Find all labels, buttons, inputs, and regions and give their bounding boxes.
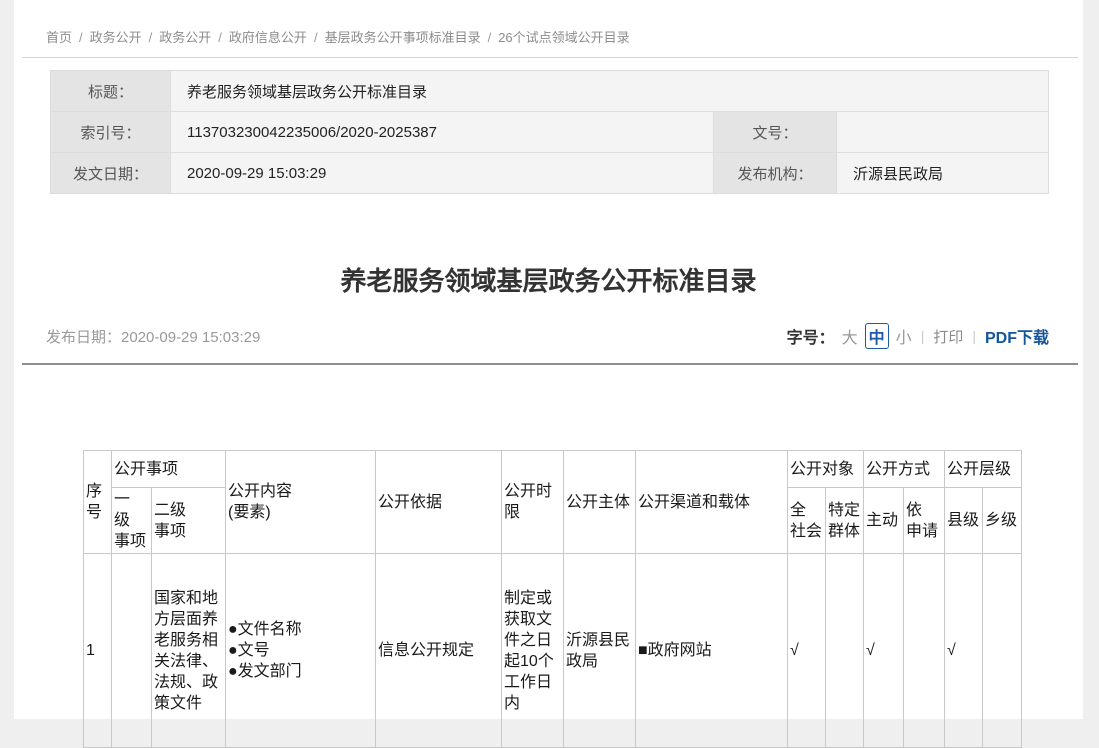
breadcrumb-link-1[interactable]: 政务公开 <box>90 30 142 45</box>
publish-date: 发布日期：2020-09-29 15:03:29 <box>46 326 260 347</box>
th-method-group: 公开方式 <box>864 451 945 488</box>
th-content: 公开内容 (要素) <box>226 451 376 554</box>
page-title: 养老服务领域基层政务公开标准目录 <box>14 261 1083 298</box>
print-button[interactable]: 打印 <box>933 326 963 347</box>
meta-agency-value: 沂源县民政局 <box>837 153 1049 194</box>
breadcrumb: 首页 / 政务公开 / 政务公开 / 政府信息公开 / 基层政务公开事项标准目录 / 26个试点领域… <box>46 27 630 46</box>
th-target-specific: 特定 群体 <box>826 488 864 554</box>
meta-docnum-value <box>837 112 1049 153</box>
cell-channel: ■政府网站 <box>636 554 788 748</box>
breadcrumb-link-4[interactable]: 基层政务公开事项标准目录 <box>325 30 481 45</box>
breadcrumb-separator: / <box>314 30 318 45</box>
breadcrumb-divider <box>22 57 1078 58</box>
document-meta-table: 标题： 养老服务领域基层政务公开标准目录 索引号： 11370323004223… <box>50 70 1049 194</box>
meta-docnum-label: 文号： <box>714 112 837 153</box>
article-toolbar-row: 发布日期：2020-09-29 15:03:29 字号： 大 中 小 | 打印 … <box>46 324 1049 348</box>
cell-level-town <box>983 554 1022 748</box>
th-target-group: 公开对象 <box>788 451 864 488</box>
cell-target-specific <box>826 554 864 748</box>
breadcrumb-link-3[interactable]: 政府信息公开 <box>229 30 307 45</box>
cell-level-county: √ <box>945 554 983 748</box>
th-channel: 公开渠道和载体 <box>636 451 788 554</box>
table-row: 1 国家和地方层面养老服务相关法律、法规、政策文件 ●文件名称 ●文号 ●发文部… <box>84 554 1022 748</box>
breadcrumb-link-home[interactable]: 首页 <box>46 30 72 45</box>
th-item-group: 公开事项 <box>112 451 226 488</box>
th-level2: 二级 事项 <box>152 488 226 554</box>
cell-basis: 信息公开规定 <box>376 554 502 748</box>
cell-seq: 1 <box>84 554 112 748</box>
cell-subject: 沂源县民政局 <box>564 554 636 748</box>
publish-date-label: 发布日期： <box>46 329 121 346</box>
meta-title-value: 养老服务领域基层政务公开标准目录 <box>171 71 1049 112</box>
table-header-row-1: 序号 公开事项 公开内容 (要素) 公开依据 公开时 限 公开主体 公开渠道和载… <box>84 451 1022 488</box>
cell-time-limit: 制定或获取文件之日起10个工作日内 <box>502 554 564 748</box>
breadcrumb-separator: / <box>488 30 492 45</box>
font-size-medium-button[interactable]: 中 <box>865 323 889 349</box>
th-basis: 公开依据 <box>376 451 502 554</box>
cell-method-active: √ <box>864 554 904 748</box>
font-size-large-button[interactable]: 大 <box>842 324 858 348</box>
th-time-limit: 公开时 限 <box>502 451 564 554</box>
th-level1: 一 级 事项 <box>112 488 152 554</box>
meta-row-title: 标题： 养老服务领域基层政务公开标准目录 <box>51 71 1049 112</box>
cell-level1 <box>112 554 152 748</box>
toolbar-separator: | <box>921 328 925 344</box>
meta-title-label: 标题： <box>51 71 171 112</box>
article-tools: 字号： 大 中 小 | 打印 | PDF下载 <box>787 323 1049 349</box>
cell-target-all: √ <box>788 554 826 748</box>
pdf-download-button[interactable]: PDF下载 <box>985 324 1049 348</box>
font-size-label: 字号： <box>787 324 835 348</box>
content-card: 首页 / 政务公开 / 政务公开 / 政府信息公开 / 基层政务公开事项标准目录 / 26个试点领域… <box>14 0 1083 719</box>
meta-agency-label: 发布机构： <box>714 153 837 194</box>
publish-date-value: 2020-09-29 15:03:29 <box>121 329 260 346</box>
meta-row-date: 发文日期： 2020-09-29 15:03:29 发布机构： 沂源县民政局 <box>51 153 1049 194</box>
th-seq: 序号 <box>84 451 112 554</box>
breadcrumb-separator: / <box>149 30 153 45</box>
breadcrumb-link-5[interactable]: 26个试点领域公开目录 <box>498 30 629 45</box>
meta-date-label: 发文日期： <box>51 153 171 194</box>
catalogue-table: 序号 公开事项 公开内容 (要素) 公开依据 公开时 限 公开主体 公开渠道和载… <box>83 450 1022 748</box>
th-level-group: 公开层级 <box>945 451 1022 488</box>
th-level-county: 县级 <box>945 488 983 554</box>
title-divider <box>22 363 1078 365</box>
th-target-all: 全 社会 <box>788 488 826 554</box>
meta-row-index: 索引号： 113703230042235006/2020-2025387 文号： <box>51 112 1049 153</box>
cell-method-request <box>904 554 945 748</box>
meta-index-value: 113703230042235006/2020-2025387 <box>171 112 714 153</box>
breadcrumb-link-2[interactable]: 政务公开 <box>159 30 211 45</box>
meta-date-value: 2020-09-29 15:03:29 <box>171 153 714 194</box>
cell-level2: 国家和地方层面养老服务相关法律、法规、政策文件 <box>152 554 226 748</box>
th-method-active: 主动 <box>864 488 904 554</box>
cell-content: ●文件名称 ●文号 ●发文部门 <box>226 554 376 748</box>
breadcrumb-separator: / <box>218 30 222 45</box>
th-method-request: 依 申请 <box>904 488 945 554</box>
breadcrumb-separator: / <box>79 30 83 45</box>
th-level-town: 乡级 <box>983 488 1022 554</box>
toolbar-separator: | <box>972 328 976 344</box>
meta-index-label: 索引号： <box>51 112 171 153</box>
font-size-small-button[interactable]: 小 <box>896 324 912 348</box>
th-subject: 公开主体 <box>564 451 636 554</box>
